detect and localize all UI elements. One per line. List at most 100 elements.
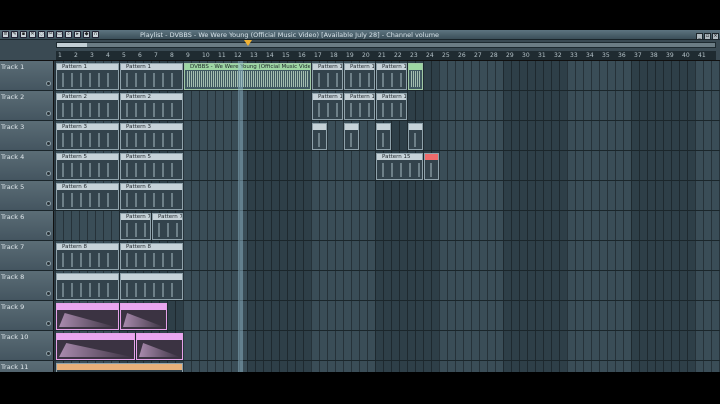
playlist-window: ≡ ✎ ▪ ✕ ◌ ✂ ▭ ⌕ ▸ ◆ ∩ Playlist - DVBBS -… <box>0 30 720 372</box>
song-position-marker[interactable] <box>244 40 252 46</box>
bar-number: 13 <box>250 52 258 59</box>
bar-number: 1 <box>58 52 62 59</box>
close-icon[interactable]: × <box>712 33 719 40</box>
select-tool-icon[interactable]: ▭ <box>56 31 63 38</box>
window-title: Playlist - DVBBS - We Were Young (Offici… <box>140 31 440 39</box>
bar-number: 22 <box>394 52 402 59</box>
track-label: Track 8 <box>1 273 25 281</box>
track-mute-icon[interactable] <box>46 201 51 206</box>
bar-number: 21 <box>378 52 386 59</box>
slice-tool-icon[interactable]: ✂ <box>47 31 54 38</box>
bar-number: 18 <box>330 52 338 59</box>
track-row: Track 9 <box>0 301 720 331</box>
track-mute-icon[interactable] <box>46 291 51 296</box>
track-label: Track 11 <box>1 363 29 371</box>
track-row: Track 4 <box>0 151 720 181</box>
track-label: Track 4 <box>1 153 25 161</box>
bar-number: 14 <box>266 52 274 59</box>
track-header[interactable]: Track 6 <box>0 211 54 240</box>
bar-number: 26 <box>458 52 466 59</box>
bar-number: 23 <box>410 52 418 59</box>
bar-number: 2 <box>74 52 78 59</box>
bar-number: 32 <box>554 52 562 59</box>
timeline-ruler[interactable]: 1 2 3 4 5 6 7 8 9 10 11 12 13 14 15 16 17 18 19 20 21 22 23 24 2… <box>0 40 720 61</box>
bar-number: 24 <box>426 52 434 59</box>
mute-tool-icon[interactable]: ◌ <box>38 31 45 38</box>
track-label: Track 7 <box>1 243 25 251</box>
bar-number: 19 <box>346 52 354 59</box>
track-header[interactable]: Track 11 <box>0 361 54 372</box>
track-label: Track 9 <box>1 303 25 311</box>
track-label: Track 2 <box>1 93 25 101</box>
track-mute-icon[interactable] <box>46 351 51 356</box>
maximize-icon[interactable]: ▫ <box>704 33 711 40</box>
bar-number: 3 <box>90 52 94 59</box>
track-header[interactable]: Track 2 <box>0 91 54 120</box>
track-header[interactable]: Track 3 <box>0 121 54 150</box>
track-row: Track 11 <box>0 361 720 372</box>
track-mute-icon[interactable] <box>46 171 51 176</box>
track-row: Track 3 <box>0 121 720 151</box>
bar-number: 34 <box>586 52 594 59</box>
magnet-icon[interactable]: ∩ <box>92 31 99 38</box>
bar-number: 4 <box>106 52 110 59</box>
menu-icon[interactable]: ≡ <box>2 31 9 38</box>
track-mute-icon[interactable] <box>46 141 51 146</box>
bar-number: 31 <box>538 52 546 59</box>
bar-number: 6 <box>138 52 142 59</box>
brush-tool-icon[interactable]: ▪ <box>20 31 27 38</box>
bar-number: 41 <box>698 52 706 59</box>
track-row: Track 10 <box>0 331 720 361</box>
pencil-tool-icon[interactable]: ✎ <box>11 31 18 38</box>
track-header[interactable]: Track 8 <box>0 271 54 300</box>
track-mute-icon[interactable] <box>46 81 51 86</box>
bar-number: 17 <box>314 52 322 59</box>
letterbox-bottom <box>0 372 720 404</box>
bar-number: 12 <box>234 52 242 59</box>
delete-tool-icon[interactable]: ✕ <box>29 31 36 38</box>
track-header[interactable]: Track 10 <box>0 331 54 360</box>
track-header[interactable]: Track 4 <box>0 151 54 180</box>
horizontal-scrollbar[interactable] <box>56 42 716 48</box>
track-header[interactable]: Track 5 <box>0 181 54 210</box>
bar-number: 29 <box>506 52 514 59</box>
track-row: Track 7 <box>0 241 720 271</box>
bar-number: 28 <box>490 52 498 59</box>
title-bar[interactable]: ≡ ✎ ▪ ✕ ◌ ✂ ▭ ⌕ ▸ ◆ ∩ Playlist - DVBBS -… <box>0 30 720 40</box>
track-row: Track 8 <box>0 271 720 301</box>
track-row: Track 1 <box>0 61 720 91</box>
bar-number: 5 <box>122 52 126 59</box>
bar-number: 10 <box>202 52 210 59</box>
bar-number: 9 <box>186 52 190 59</box>
track-mute-icon[interactable] <box>46 111 51 116</box>
track-mute-icon[interactable] <box>46 231 51 236</box>
playhead[interactable] <box>238 61 243 372</box>
minimize-icon[interactable]: _ <box>696 33 703 40</box>
track-label: Track 10 <box>1 333 29 341</box>
bar-number: 35 <box>602 52 610 59</box>
window-controls: _ ▫ × <box>695 31 719 40</box>
bar-number: 27 <box>474 52 482 59</box>
track-label: Track 6 <box>1 213 25 221</box>
bar-number: 33 <box>570 52 578 59</box>
bar-number: 7 <box>154 52 158 59</box>
bar-number: 15 <box>282 52 290 59</box>
track-header[interactable]: Track 9 <box>0 301 54 330</box>
track-mute-icon[interactable] <box>46 261 51 266</box>
track-row: Track 5 <box>0 181 720 211</box>
track-row: Track 6 <box>0 211 720 241</box>
bar-number: 20 <box>362 52 370 59</box>
bar-numbers[interactable]: 1 2 3 4 5 6 7 8 9 10 11 12 13 14 15 16 17 18 19 20 21 22 23 24 2… <box>56 51 716 60</box>
scrollbar-thumb[interactable] <box>57 43 87 47</box>
track-label: Track 5 <box>1 183 25 191</box>
playback-tool-icon[interactable]: ▸ <box>74 31 81 38</box>
bar-number: 11 <box>218 52 226 59</box>
bar-number: 37 <box>634 52 642 59</box>
bar-number: 25 <box>442 52 450 59</box>
bar-number: 16 <box>298 52 306 59</box>
track-mute-icon[interactable] <box>46 321 51 326</box>
zoom-tool-icon[interactable]: ⌕ <box>65 31 72 38</box>
track-header[interactable]: Track 7 <box>0 241 54 270</box>
snap-icon[interactable]: ◆ <box>83 31 90 38</box>
track-header[interactable]: Track 1 <box>0 61 54 90</box>
